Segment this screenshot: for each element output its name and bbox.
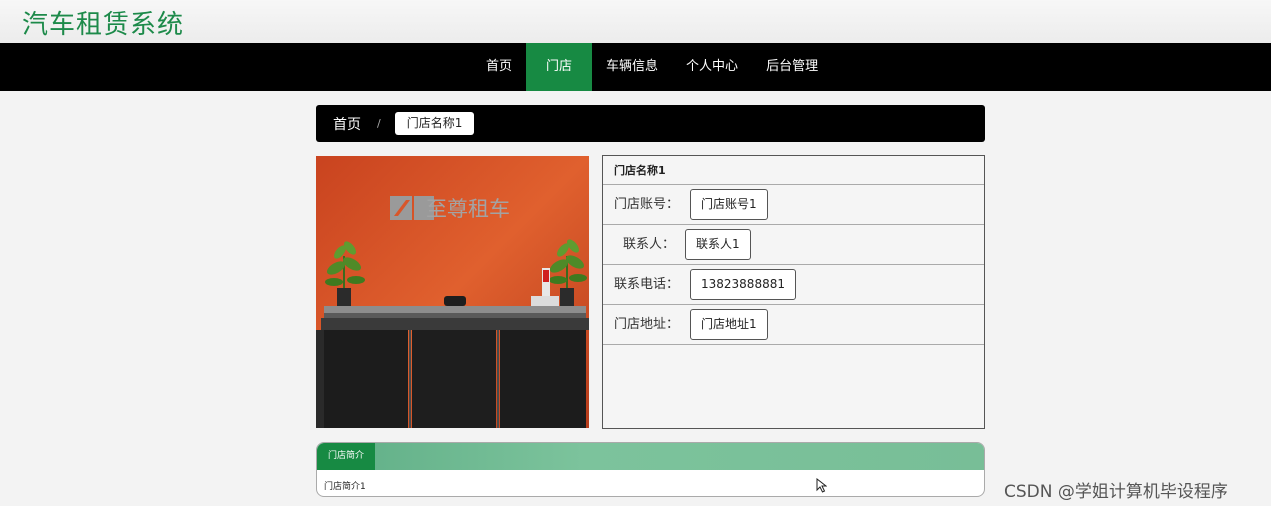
store-photo: 至尊租车 — [316, 156, 589, 428]
breadcrumb: 首页 / 门店名称1 — [316, 105, 985, 142]
store-address-row: 门店地址： 门店地址1 — [603, 305, 984, 345]
site-title[interactable]: 汽车租赁系统 — [22, 4, 184, 41]
store-intro-text: 门店简介1 — [324, 482, 366, 492]
breadcrumb-home-link[interactable]: 首页 — [333, 114, 361, 134]
store-phone-label: 联系电话： — [614, 277, 680, 292]
nav-item-profile[interactable]: 个人中心 — [672, 43, 752, 91]
tab-store-intro[interactable]: 门店简介 — [317, 443, 376, 470]
store-contact-value: 联系人1 — [685, 229, 751, 260]
intro-tab-bar: 门店简介 — [317, 443, 984, 470]
store-account-label: 门店账号： — [614, 197, 680, 212]
store-contact-label: 联系人： — [623, 237, 676, 252]
nav-item-home[interactable]: 首页 — [472, 43, 526, 91]
store-address-value: 门店地址1 — [690, 309, 768, 340]
store-logo-text: 至尊租车 — [426, 197, 510, 221]
nav-item-store[interactable]: 门店 — [526, 43, 593, 91]
site-header: 汽车租赁系统 — [0, 0, 1271, 43]
watermark-text: CSDN @学姐计算机毕设程序 — [1004, 482, 1228, 502]
nav-item-vehicles[interactable]: 车辆信息 — [592, 43, 672, 91]
store-account-row: 门店账号： 门店账号1 — [603, 185, 984, 225]
breadcrumb-separator: / — [377, 117, 381, 130]
mouse-cursor-icon — [816, 477, 828, 497]
store-info-panel: 门店名称1 门店账号： 门店账号1 联系人： 联系人1 联系电话： 138238… — [602, 155, 985, 429]
store-account-value: 门店账号1 — [690, 189, 768, 220]
store-phone-row: 联系电话： 13823888881 — [603, 265, 984, 305]
main-nav: 首页 门店 车辆信息 个人中心 后台管理 — [0, 43, 1271, 91]
store-intro-panel: 门店简介 门店简介1 — [316, 442, 985, 497]
store-name: 门店名称1 — [603, 156, 984, 185]
store-phone-value: 13823888881 — [690, 269, 796, 300]
nav-item-admin[interactable]: 后台管理 — [752, 43, 832, 91]
store-contact-row: 联系人： 联系人1 — [603, 225, 984, 265]
breadcrumb-current: 门店名称1 — [394, 112, 475, 135]
store-address-label: 门店地址： — [614, 317, 680, 332]
